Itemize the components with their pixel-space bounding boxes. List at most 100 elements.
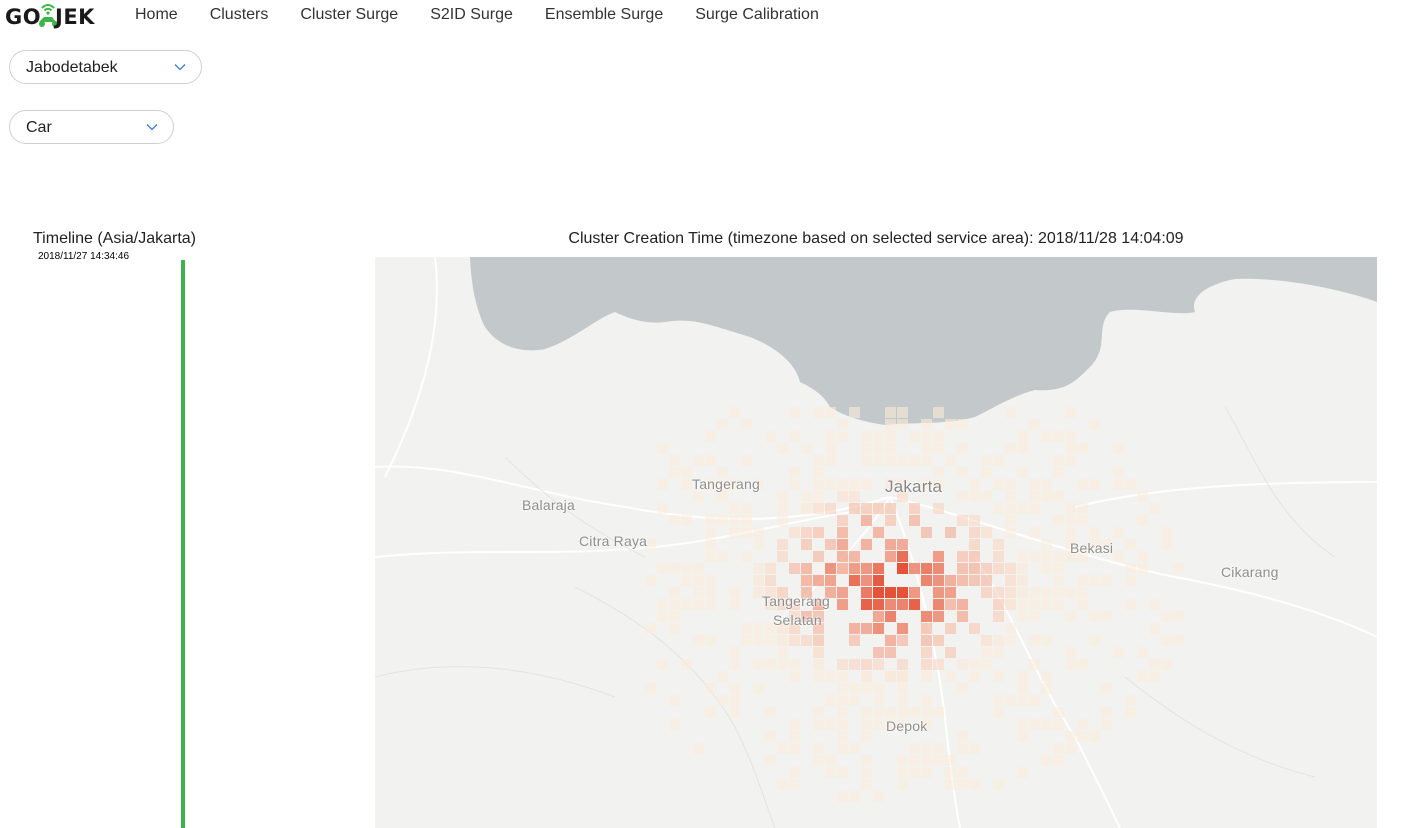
heatmap-cell bbox=[789, 659, 800, 670]
heatmap-cell bbox=[741, 527, 752, 538]
heatmap-cell bbox=[1089, 635, 1100, 646]
heatmap-cell bbox=[1029, 479, 1040, 490]
nav-home[interactable]: Home bbox=[135, 6, 178, 24]
heatmap-cell bbox=[957, 467, 968, 478]
heatmap-cell bbox=[789, 527, 800, 538]
heatmap-cell bbox=[789, 767, 800, 778]
heatmap-cell bbox=[1053, 719, 1064, 730]
heatmap-cell bbox=[969, 527, 980, 538]
heatmap-cell bbox=[969, 575, 980, 586]
nav-clusters[interactable]: Clusters bbox=[210, 6, 269, 24]
place-label: Citra Raya bbox=[579, 533, 648, 549]
heatmap-cell bbox=[825, 443, 836, 454]
heatmap-cell bbox=[1029, 635, 1040, 646]
heatmap-cell bbox=[849, 503, 860, 514]
heatmap-cell bbox=[645, 575, 656, 586]
heatmap-cell bbox=[969, 671, 980, 682]
heatmap-cell bbox=[1149, 659, 1160, 670]
heatmap-cell bbox=[885, 587, 896, 598]
heatmap-cell bbox=[1077, 599, 1088, 610]
heatmap-cell bbox=[1029, 587, 1040, 598]
heatmap-cell bbox=[669, 455, 680, 466]
heatmap-cell bbox=[837, 479, 848, 490]
heatmap-map[interactable]: Tangerang Jakarta Balaraja Citra Raya Be… bbox=[375, 257, 1377, 828]
heatmap-cell bbox=[741, 635, 752, 646]
heatmap-cell bbox=[1125, 575, 1136, 586]
heatmap-cell bbox=[849, 659, 860, 670]
heatmap-cell bbox=[969, 659, 980, 670]
heatmap-cell bbox=[993, 671, 1004, 682]
heatmap-cell bbox=[765, 563, 776, 574]
heatmap-cell bbox=[705, 527, 716, 538]
heatmap-cell bbox=[645, 623, 656, 634]
heatmap-cell bbox=[741, 419, 752, 430]
heatmap-cell bbox=[897, 779, 908, 790]
heatmap-cell bbox=[873, 623, 884, 634]
heatmap-cell bbox=[873, 611, 884, 622]
heatmap-cell bbox=[849, 563, 860, 574]
nav-s2id-surge[interactable]: S2ID Surge bbox=[430, 6, 513, 24]
heatmap-cell bbox=[921, 563, 932, 574]
heatmap-cell bbox=[1029, 503, 1040, 514]
heatmap-cell bbox=[1113, 647, 1124, 658]
heatmap-cell bbox=[1053, 743, 1064, 754]
heatmap-cell bbox=[729, 587, 740, 598]
gojek-logo[interactable]: GO JEK bbox=[5, 0, 103, 32]
heatmap-cell bbox=[693, 455, 704, 466]
heatmap-cell bbox=[969, 479, 980, 490]
heatmap-cell bbox=[993, 503, 1004, 514]
heatmap-cell bbox=[741, 515, 752, 526]
heatmap-cell bbox=[849, 695, 860, 706]
heatmap-cell bbox=[1029, 611, 1040, 622]
heatmap-cell bbox=[873, 527, 884, 538]
heatmap-cell bbox=[1065, 431, 1076, 442]
heatmap-cell bbox=[753, 635, 764, 646]
heatmap-cell bbox=[993, 479, 1004, 490]
timeline-bar[interactable] bbox=[181, 260, 185, 828]
heatmap-cell bbox=[777, 659, 788, 670]
heatmap-cell bbox=[741, 551, 752, 562]
heatmap-cell bbox=[1089, 611, 1100, 622]
place-label: Cikarang bbox=[1221, 564, 1279, 580]
heatmap-cell bbox=[945, 647, 956, 658]
heatmap-cell bbox=[1017, 611, 1028, 622]
heatmap-cell bbox=[1065, 743, 1076, 754]
nav-ensemble-surge[interactable]: Ensemble Surge bbox=[545, 6, 663, 24]
heatmap-cell bbox=[993, 455, 1004, 466]
heatmap-cell bbox=[813, 491, 824, 502]
heatmap-cell bbox=[1077, 443, 1088, 454]
heatmap-cell bbox=[1065, 611, 1076, 622]
heatmap-cell bbox=[933, 587, 944, 598]
region-select[interactable]: Jabodetabek bbox=[9, 50, 202, 84]
heatmap-cell bbox=[681, 659, 692, 670]
heatmap-cell bbox=[849, 407, 860, 418]
heatmap-cell bbox=[897, 683, 908, 694]
heatmap-cell bbox=[789, 479, 800, 490]
heatmap-cell bbox=[981, 527, 992, 538]
heatmap-cell bbox=[885, 455, 896, 466]
heatmap-cell bbox=[861, 479, 872, 490]
heatmap-cell bbox=[669, 515, 680, 526]
heatmap-cell bbox=[861, 659, 872, 670]
nav-cluster-surge[interactable]: Cluster Surge bbox=[300, 6, 398, 24]
heatmap-cell bbox=[729, 515, 740, 526]
nav-surge-calibration[interactable]: Surge Calibration bbox=[695, 6, 819, 24]
heatmap-cell bbox=[1125, 707, 1136, 718]
heatmap-cell bbox=[705, 575, 716, 586]
heatmap-cell bbox=[1077, 587, 1088, 598]
heatmap-cell bbox=[933, 443, 944, 454]
vehicle-select[interactable]: Car bbox=[9, 110, 174, 144]
heatmap-cell bbox=[837, 731, 848, 742]
heatmap-cell bbox=[1041, 431, 1052, 442]
heatmap-cell bbox=[1017, 671, 1028, 682]
heatmap-cell bbox=[825, 563, 836, 574]
heatmap-cell bbox=[1161, 527, 1172, 538]
heatmap-cell bbox=[921, 419, 932, 430]
heatmap-cell bbox=[873, 563, 884, 574]
heatmap-cell bbox=[897, 551, 908, 562]
heatmap-cell bbox=[981, 563, 992, 574]
heatmap-cell bbox=[873, 599, 884, 610]
top-navbar: GO JEK Home Clusters Cluster Surge S2ID … bbox=[0, 0, 1415, 32]
heatmap-cell bbox=[1041, 683, 1052, 694]
heatmap-cell bbox=[957, 443, 968, 454]
